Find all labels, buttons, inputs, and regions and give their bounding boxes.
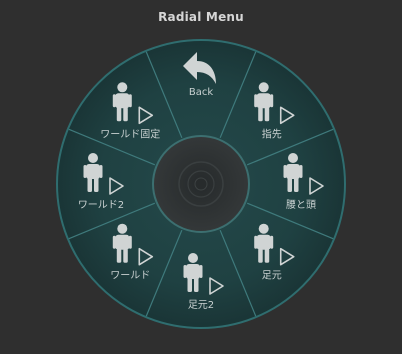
menu-item-label: 足元2 [188, 299, 214, 311]
menu-item-label: ワールド [110, 271, 150, 282]
menu-item-label: 腰と頭 [286, 199, 316, 211]
radial-menu: Back 指先腰と頭足元足元2 ワールド ワールド2 ワールド固定 [56, 39, 346, 329]
center-dot-icon [194, 177, 208, 191]
menu-item-label: ワールド固定 [100, 127, 160, 140]
menu-item-label: 指先 [262, 127, 282, 140]
menu-item-label: Back [189, 87, 213, 98]
menu-item-label: 足元 [262, 270, 282, 282]
menu-item-label: ワールド2 [78, 200, 124, 211]
